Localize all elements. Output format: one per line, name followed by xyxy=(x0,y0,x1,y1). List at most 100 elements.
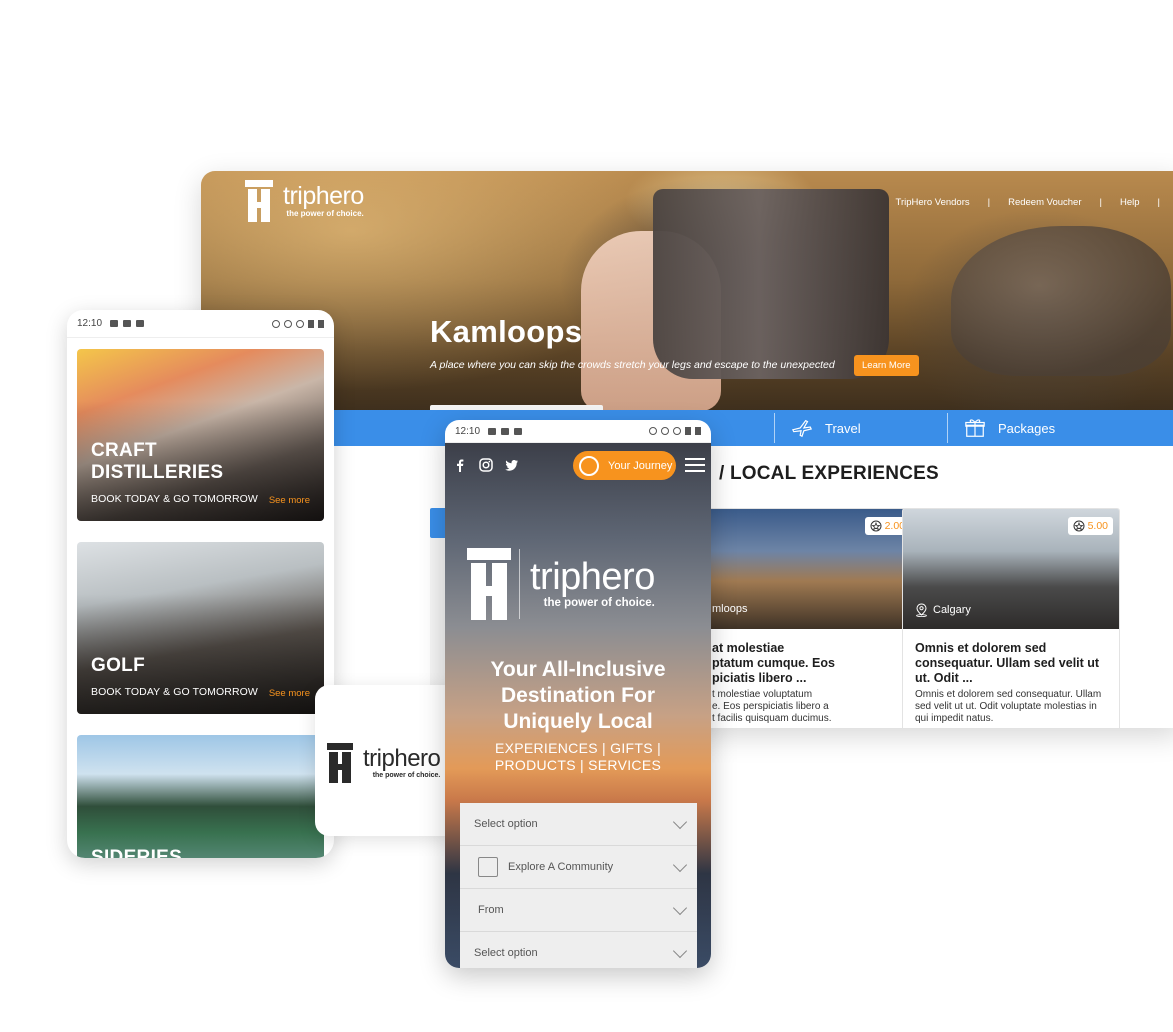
video-icon xyxy=(488,427,497,435)
mobile-phone-left: 12:10 CRAFT DISTILLERIES BOOK TODAY & GO… xyxy=(67,310,334,858)
wifi-icon xyxy=(673,427,681,435)
top-nav: TripHero Vendors | Redeem Voucher | Help… xyxy=(887,197,1169,208)
hero-title: Kamloops xyxy=(430,314,583,349)
hero-subline: EXPERIENCES | GIFTS | PRODUCTS | SERVICE… xyxy=(494,740,662,773)
tab-packages[interactable]: Packages xyxy=(964,410,1055,446)
vibrate-icon xyxy=(661,427,669,435)
category-cta: BOOK TODAY & GO TOMORROW xyxy=(91,493,258,505)
select-value: From xyxy=(478,904,504,916)
hero-subtitle: A place where you can skip the crowds st… xyxy=(430,359,835,371)
alarm-icon xyxy=(649,427,657,435)
section-title-text: LOCAL EXPERIENCES xyxy=(729,463,939,484)
hero-logo: triphero the power of choice. xyxy=(467,548,655,620)
nav-separator: | xyxy=(1099,197,1102,208)
battery-icon xyxy=(318,319,324,328)
category-title: CRAFT DISTILLERIES xyxy=(91,440,224,483)
select-value: Explore A Community xyxy=(508,861,614,873)
globe-icon xyxy=(579,455,599,476)
status-bar: 12:10 xyxy=(67,310,334,338)
your-journey-button[interactable]: Your Journey xyxy=(573,451,676,480)
social-links xyxy=(453,458,519,472)
your-journey-label: Your Journey xyxy=(608,459,673,472)
desktop-logo[interactable]: triphero the power of choice. xyxy=(245,179,364,223)
category-card[interactable]: SIDERIES xyxy=(77,735,324,858)
mail-icon xyxy=(136,320,145,327)
video-icon xyxy=(110,320,119,327)
card-location-text: Calgary xyxy=(933,604,971,616)
explore-community-dropdown[interactable]: Explore A Community xyxy=(460,846,697,889)
facebook-icon[interactable] xyxy=(453,458,467,472)
see-more-link[interactable]: See more xyxy=(269,495,310,506)
select-value: Select option xyxy=(474,947,538,959)
brand-name: triphero xyxy=(363,745,441,772)
card-title[interactable]: at molestiae ptatum cumque. Eos piciatis… xyxy=(712,641,906,686)
rating-value: 5.00 xyxy=(1087,520,1108,532)
card-title[interactable]: Omnis et dolorem sed consequatur. Ullam … xyxy=(915,641,1109,686)
nav-separator: | xyxy=(1157,197,1160,208)
brand-tagline: the power of choice. xyxy=(286,209,364,218)
card-location-text: mloops xyxy=(712,603,748,615)
learn-more-button[interactable]: Learn More xyxy=(854,355,919,376)
card-location: mloops xyxy=(712,603,747,615)
status-bar: 12:10 xyxy=(445,420,711,443)
tab-packages-label: Packages xyxy=(998,420,1056,436)
chevron-down-icon xyxy=(672,857,688,873)
brand-name: triphero xyxy=(530,556,655,599)
tab-travel-label: Travel xyxy=(825,420,861,436)
alarm-icon xyxy=(272,319,280,328)
nav-help-link[interactable]: Help xyxy=(1111,197,1149,208)
app-logo: triphero the power of choice. xyxy=(327,743,441,783)
experience-card[interactable]: 5.00 Calgary Omnis et dolorem sed conseq… xyxy=(902,508,1120,728)
mobile-phone-center: 12:10 Your Journey triphero the power of xyxy=(445,420,711,968)
chevron-down-icon xyxy=(672,814,688,830)
battery-icon xyxy=(695,427,701,435)
select-value: Select option xyxy=(474,818,538,830)
building-icon xyxy=(478,857,498,877)
select-option-dropdown[interactable]: Select option xyxy=(460,803,697,846)
brand-tagline: the power of choice. xyxy=(372,772,441,779)
status-time: 12:10 xyxy=(77,318,103,329)
section-title: / LOCAL EXPERIENCES xyxy=(719,463,939,484)
hero-headline: Your All-Inclusive Destination For Uniqu… xyxy=(490,658,666,733)
hero-mug-shape xyxy=(653,189,889,379)
category-card[interactable]: CRAFT DISTILLERIES BOOK TODAY & GO TOMOR… xyxy=(77,349,324,521)
card-description: Omnis et dolorem sed consequatur. Ullam … xyxy=(915,689,1102,724)
image-icon xyxy=(123,320,132,327)
mail-icon xyxy=(514,427,523,435)
chevron-down-icon xyxy=(672,900,688,916)
wifi-icon xyxy=(296,319,304,328)
category-title: SIDERIES xyxy=(91,847,183,858)
rating-badge: 5.00 xyxy=(1067,517,1113,535)
plane-icon xyxy=(791,419,813,438)
chevron-down-icon xyxy=(672,943,688,959)
nav-vendors-link[interactable]: TripHero Vendors xyxy=(887,197,979,208)
triphero-logo-icon xyxy=(327,743,353,783)
signal-icon xyxy=(308,319,314,328)
nav-separator: | xyxy=(987,197,991,208)
menu-icon[interactable] xyxy=(685,457,705,473)
category-title: GOLF xyxy=(91,655,145,676)
hero-dog-shape xyxy=(951,226,1171,376)
gift-icon xyxy=(965,419,985,437)
star-icon xyxy=(870,520,882,532)
map-pin-icon xyxy=(916,603,927,617)
category-card[interactable]: GOLF BOOK TODAY & GO TOMORROW See more xyxy=(77,542,324,714)
see-more-link[interactable]: See more xyxy=(269,688,310,699)
experience-card[interactable]: 2.00 mloops at molestiae ptatum cumque. … xyxy=(699,508,917,728)
card-description: t molestiae voluptatum e. Eos perspiciat… xyxy=(712,689,832,724)
star-icon xyxy=(1073,520,1085,532)
twitter-icon[interactable] xyxy=(505,458,519,472)
signal-icon xyxy=(685,427,691,435)
vibrate-icon xyxy=(284,319,292,328)
nav-redeem-voucher-link[interactable]: Redeem Voucher xyxy=(999,197,1090,208)
triphero-logo-icon xyxy=(467,548,511,620)
tab-divider xyxy=(774,413,775,443)
status-time: 12:10 xyxy=(455,425,481,437)
card-location: Calgary xyxy=(915,603,971,617)
from-dropdown[interactable]: From xyxy=(460,889,697,932)
instagram-icon[interactable] xyxy=(479,458,493,472)
category-cta: BOOK TODAY & GO TOMORROW xyxy=(91,686,258,698)
brand-name: triphero xyxy=(283,182,364,210)
select-option-dropdown[interactable]: Select option xyxy=(460,932,697,968)
tab-travel[interactable]: Travel xyxy=(791,410,861,446)
